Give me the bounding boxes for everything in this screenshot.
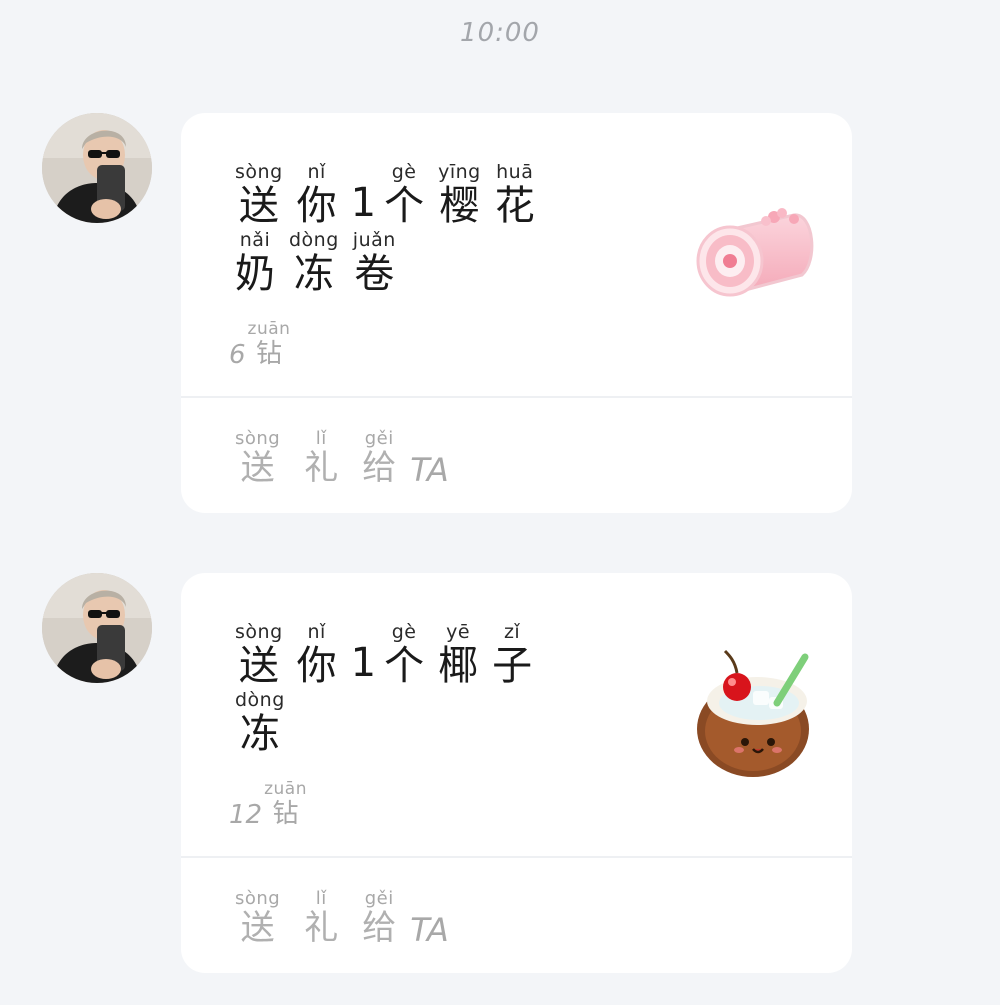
price-unit: 钻zuān: [264, 779, 307, 829]
gift-title-line-1: 送sòng 你nǐ 1 个gè 椰yē 子zǐ: [235, 621, 546, 689]
send-gift-label: 送sòng 礼lǐ 给gěi TA: [235, 888, 449, 950]
title-char: 你nǐ: [296, 161, 337, 229]
send-gift-back-button[interactable]: 送sòng 礼lǐ 给gěi TA: [181, 858, 852, 973]
title-char: 花huā: [494, 161, 535, 229]
message-timestamp: 10:00: [460, 18, 540, 48]
gift-title-line-2: 奶nǎi 冻dòng 卷juǎn: [235, 229, 410, 297]
action-char: 给gěi: [362, 888, 397, 948]
title-char: 你nǐ: [296, 621, 337, 689]
avatar-photo: [42, 573, 152, 683]
title-char: 子zǐ: [492, 621, 533, 689]
title-char: 冻dòng: [289, 229, 339, 297]
coconut-jelly-icon: [695, 649, 820, 783]
action-char: 给gěi: [362, 428, 397, 488]
gift-card: 送sòng 你nǐ 1 个gè 椰yē 子zǐ 冻dòng 12 钻zuān 送…: [181, 573, 852, 973]
gift-card-body[interactable]: 送sòng 你nǐ 1 个gè 樱yīng 花huā 奶nǎi 冻dòng 卷j…: [181, 113, 852, 398]
sender-avatar[interactable]: [42, 113, 152, 223]
title-char: 送sòng: [235, 161, 283, 229]
gift-card: 送sòng 你nǐ 1 个gè 樱yīng 花huā 奶nǎi 冻dòng 卷j…: [181, 113, 852, 513]
sender-avatar[interactable]: [42, 573, 152, 683]
gift-price: 12 钻zuān: [229, 779, 307, 831]
title-char: 个gè: [384, 621, 425, 689]
title-char: 冻dòng: [235, 689, 285, 757]
title-char: 椰yē: [438, 621, 479, 689]
title-digit: 1: [350, 640, 377, 686]
price-number: 12: [229, 800, 263, 831]
title-char: 卷juǎn: [352, 229, 396, 297]
title-char: 送sòng: [235, 621, 283, 689]
action-char: 送sòng: [235, 428, 281, 488]
gift-title-line-1: 送sòng 你nǐ 1 个gè 樱yīng 花huā: [235, 161, 549, 229]
send-gift-label: 送sòng 礼lǐ 给gěi TA: [235, 428, 449, 490]
action-suffix: TA: [410, 451, 449, 490]
action-suffix: TA: [410, 911, 449, 950]
gift-price: 6 钻zuān: [229, 319, 291, 371]
action-char: 礼lǐ: [304, 888, 339, 948]
send-gift-back-button[interactable]: 送sòng 礼lǐ 给gěi TA: [181, 398, 852, 513]
gift-title-line-2: 冻dòng: [235, 689, 299, 757]
price-number: 6: [229, 340, 246, 371]
gift-card-body[interactable]: 送sòng 你nǐ 1 个gè 椰yē 子zǐ 冻dòng 12 钻zuān: [181, 573, 852, 858]
title-char: 奶nǎi: [235, 229, 275, 297]
price-unit: 钻zuān: [247, 319, 291, 369]
avatar-photo: [42, 113, 152, 223]
title-char: 樱yīng: [438, 161, 481, 229]
action-char: 送sòng: [235, 888, 281, 948]
action-char: 礼lǐ: [304, 428, 339, 488]
title-char: 个gè: [384, 161, 425, 229]
sakura-milk-jelly-roll-icon: [694, 201, 819, 310]
title-digit: 1: [350, 180, 377, 226]
